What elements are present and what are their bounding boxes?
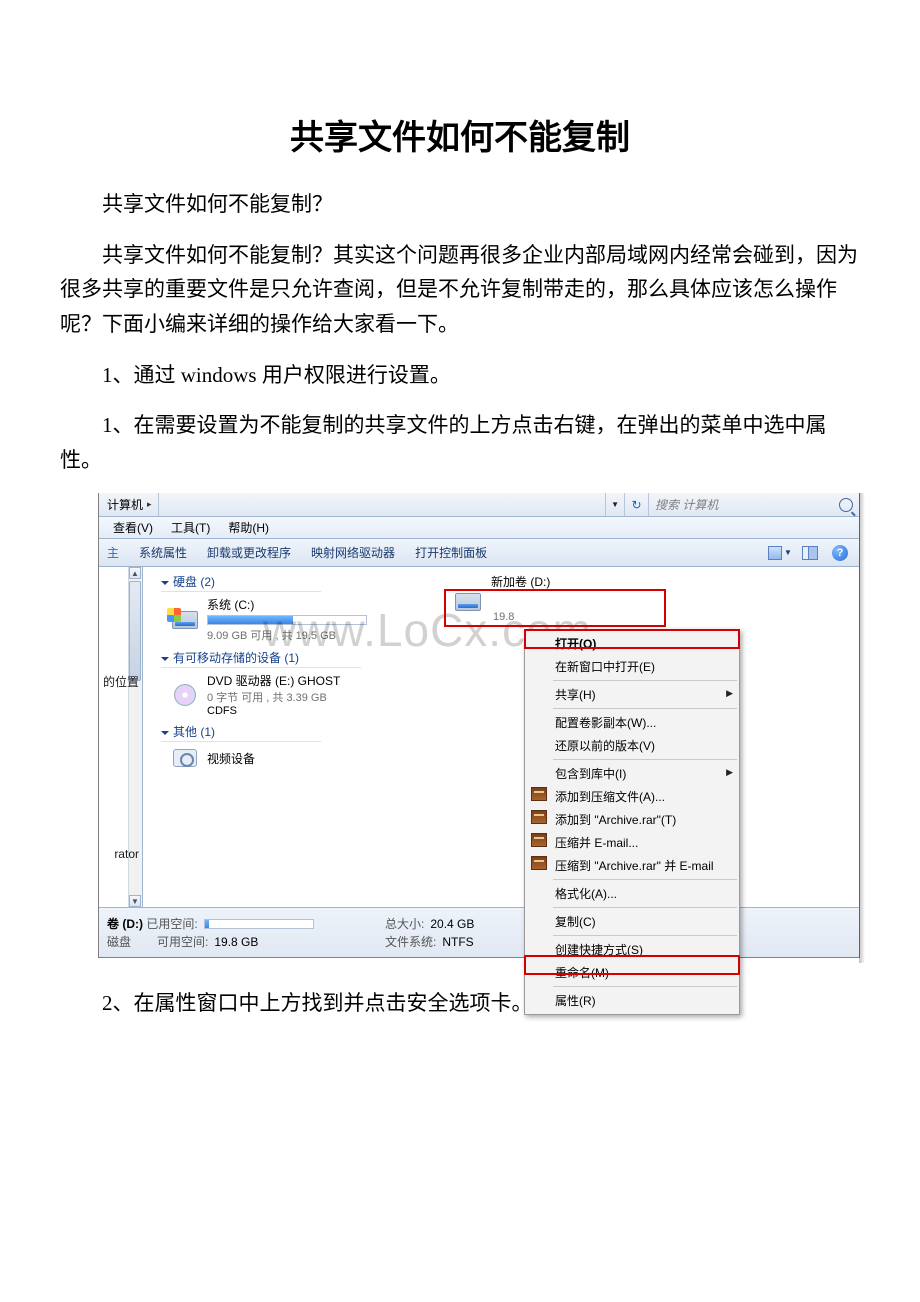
details-size-val: 20.4 GB [430,917,474,931]
nav-item-fragment-1: 的位置 [103,673,139,690]
drive-c-info: 9.09 GB 可用 , 共 19.5 GB [207,627,367,643]
drive-c-label: 系统 (C:) [207,596,367,613]
cmd-system-properties[interactable]: 系统属性 [129,544,197,561]
details-pane: 卷 (D:) 已用空间: 磁盘 可用空间: 19.8 GB 总大小: 20.4 … [99,907,859,957]
command-bar: 主 系统属性 卸载或更改程序 映射网络驱动器 打开控制面板 ▼ ? [99,539,859,567]
drive-d-label[interactable]: 新加卷 (D:) [491,573,550,590]
search-placeholder: 搜索 计算机 [655,496,718,513]
archive-icon [531,833,547,847]
chevron-right-icon: ▸ [147,499,152,510]
details-fs-val: NTFS [442,935,473,949]
video-device[interactable]: 视频设备 [171,746,411,770]
doc-title: 共享文件如何不能复制 [60,110,860,159]
step1-heading: 1、通过 windows 用户权限进行设置。 [60,358,860,393]
intro-long: 共享文件如何不能复制？其实这个问题再很多企业内部局域网内经常会碰到，因为很多共享… [60,238,860,342]
drive-dvd-label: DVD 驱动器 (E:) GHOST [207,672,340,689]
ctx-share[interactable]: 共享(H)▶ [525,683,739,706]
nav-pane: ▲ ▼ 的位置 rator [99,567,143,907]
search-input[interactable]: 搜索 计算机 [649,493,859,516]
ctx-rar-mail[interactable]: 压缩并 E-mail... [525,831,739,854]
scroll-thumb[interactable] [129,581,141,681]
group-collapse-icon [161,657,169,661]
menu-bar: 查看(V) 工具(T) 帮助(H) [99,517,859,539]
drive-icon [172,611,198,629]
drive-c[interactable]: 系统 (C:) 9.09 GB 可用 , 共 19.5 GB [171,596,411,643]
menu-help[interactable]: 帮助(H) [228,519,269,536]
address-bar: 计算机 ▸ ▼ ↻ 搜索 计算机 [99,493,859,517]
drive-dvd-info: 0 字节 可用 , 共 3.39 GB [207,689,340,705]
ctx-format[interactable]: 格式化(A)... [525,882,739,905]
group-collapse-icon [161,731,169,735]
annotation-highlight-properties [524,955,740,975]
group-other[interactable]: 其他 (1) [161,723,321,742]
ctx-open-new-window[interactable]: 在新窗口中打开(E) [525,655,739,678]
details-used-bar [204,919,314,929]
group-removable[interactable]: 有可移动存储的设备 (1) [161,649,361,668]
archive-icon [531,856,547,870]
cmd-uninstall[interactable]: 卸载或更改程序 [197,544,301,561]
help-icon: ? [832,545,848,561]
cmd-cut-left: 主 [105,544,129,561]
details-title: 卷 (D:) [107,915,143,932]
dvd-icon [174,684,196,706]
camera-icon [173,749,197,767]
details-free-label: 可用空间: [157,933,208,950]
details-free-val: 19.8 GB [214,935,258,949]
scroll-up-icon[interactable]: ▲ [129,567,141,579]
details-type: 磁盘 [107,933,131,950]
breadcrumb-root[interactable]: 计算机 ▸ [99,493,159,516]
annotation-highlight-selection [444,589,666,627]
nav-item-fragment-2: rator [114,847,139,861]
menu-view[interactable]: 查看(V) [113,519,153,536]
screenshot-explorer: 计算机 ▸ ▼ ↻ 搜索 计算机 查看(V) 工具(T) 帮助(H) [60,493,860,958]
breadcrumb-label: 计算机 [107,496,143,513]
details-used-label: 已用空间: [146,915,197,932]
main-pane: www.LoCx.com 硬盘 (2) 系统 (C:) 9.09 GB 可用 ,… [143,567,859,907]
ctx-rar-both[interactable]: 压缩到 "Archive.rar" 并 E-mail [525,854,739,877]
refresh-icon: ↻ [631,498,641,512]
refresh-button[interactable]: ↻ [625,493,649,516]
help-button[interactable]: ? [827,543,853,563]
annotation-highlight-open [524,629,740,649]
submenu-arrow-icon: ▶ [726,688,733,699]
ctx-rar-to[interactable]: 添加到 "Archive.rar"(T) [525,808,739,831]
step2: 2、在属性窗口中上方找到并点击安全选项卡。 [60,986,860,1021]
archive-icon [531,787,547,801]
video-device-label: 视频设备 [207,750,255,767]
drive-dvd[interactable]: DVD 驱动器 (E:) GHOST 0 字节 可用 , 共 3.39 GB C… [171,672,411,717]
ctx-shadow-copy[interactable]: 配置卷影副本(W)... [525,711,739,734]
drive-dvd-fs: CDFS [207,705,340,717]
scroll-down-icon[interactable]: ▼ [129,895,141,907]
cmd-map-network[interactable]: 映射网络驱动器 [301,544,405,561]
address-dropdown[interactable]: ▼ [606,493,625,516]
preview-pane-button[interactable] [797,543,823,563]
search-icon [839,498,853,512]
ctx-rar-add[interactable]: 添加到压缩文件(A)... [525,785,739,808]
archive-icon [531,810,547,824]
ctx-previous-versions[interactable]: 还原以前的版本(V) [525,734,739,757]
cmd-control-panel[interactable]: 打开控制面板 [405,544,497,561]
views-button[interactable]: ▼ [767,543,793,563]
ctx-properties[interactable]: 属性(R) [525,989,739,1012]
group-collapse-icon [161,581,169,585]
submenu-arrow-icon: ▶ [726,767,733,778]
ctx-include-library[interactable]: 包含到库中(I)▶ [525,762,739,785]
views-icon [768,546,782,560]
preview-pane-icon [802,546,818,560]
intro-short: 共享文件如何不能复制？ [60,187,860,222]
details-size-label: 总大小: [385,915,424,932]
ctx-copy[interactable]: 复制(C) [525,910,739,933]
step1-body: 1、在需要设置为不能复制的共享文件的上方点击右键，在弹出的菜单中选中属性。 [60,408,860,477]
drive-c-usage-bar [207,615,367,625]
group-harddisks[interactable]: 硬盘 (2) [161,573,321,592]
details-fs-label: 文件系统: [385,933,436,950]
menu-tools[interactable]: 工具(T) [171,519,210,536]
